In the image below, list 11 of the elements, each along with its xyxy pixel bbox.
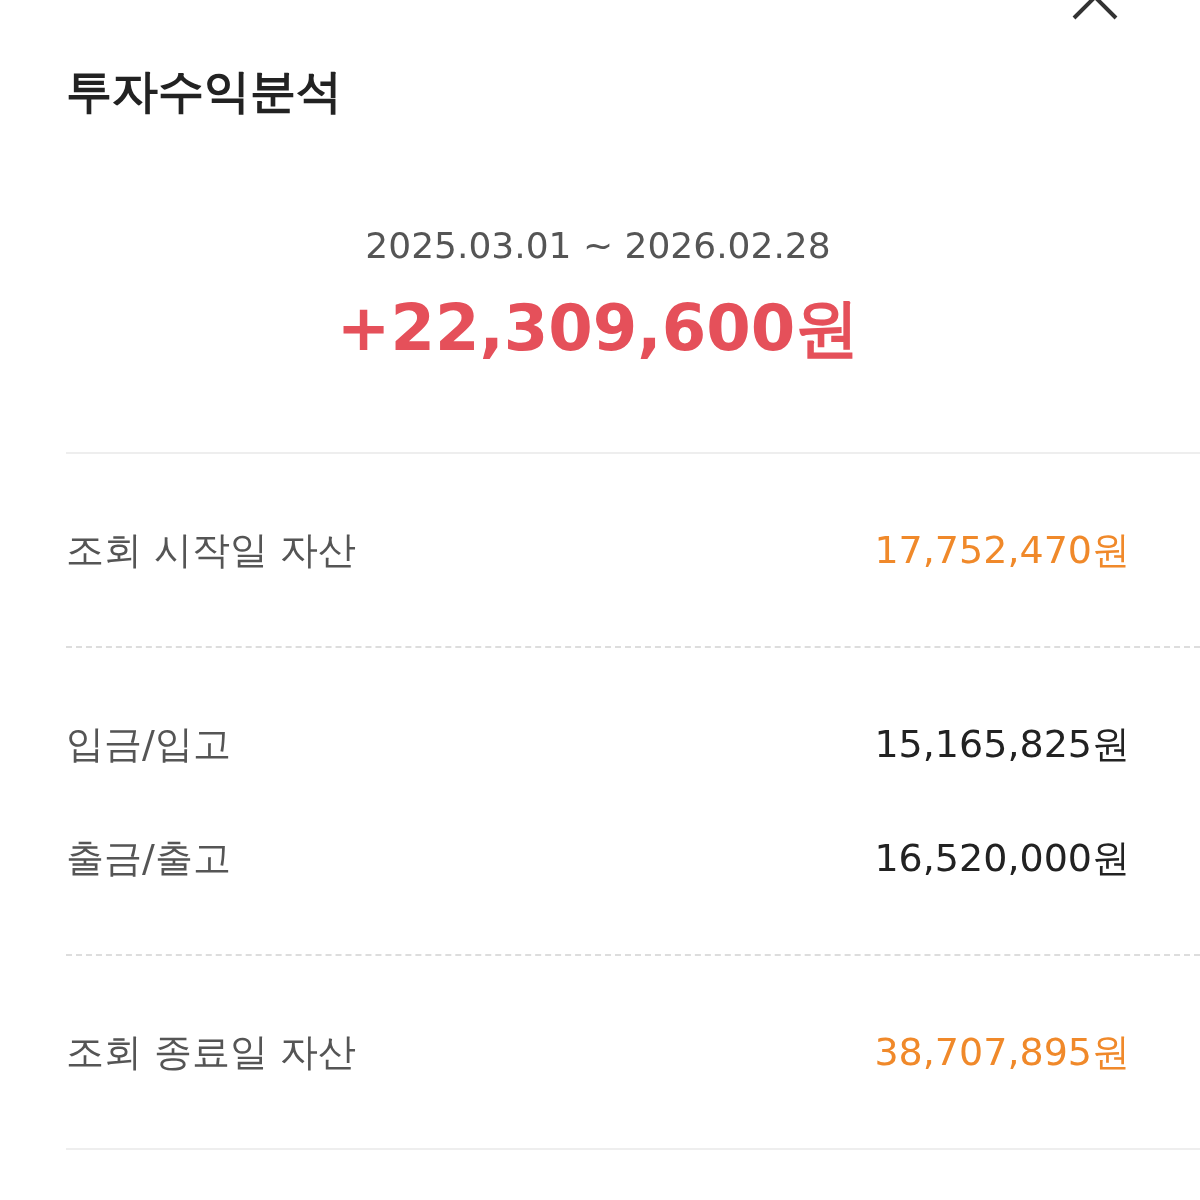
row-value: 17,752,470원	[874, 527, 1130, 574]
row-value: 15,165,825원	[874, 721, 1130, 768]
row-value: 16,520,000원	[874, 835, 1130, 882]
total-profit: +22,309,600원	[335, 290, 861, 366]
page-title: 투자수익분석	[66, 63, 342, 120]
row-label: 조회 종료일 자산	[66, 1029, 357, 1076]
row-label: 출금/출고	[66, 835, 231, 882]
row-value: 38,707,895원	[874, 1029, 1130, 1076]
row-label: 조회 시작일 자산	[66, 527, 357, 574]
date-range: 2025.03.01 ~ 2026.02.28	[364, 224, 832, 268]
row-label: 입금/입고	[66, 721, 231, 768]
